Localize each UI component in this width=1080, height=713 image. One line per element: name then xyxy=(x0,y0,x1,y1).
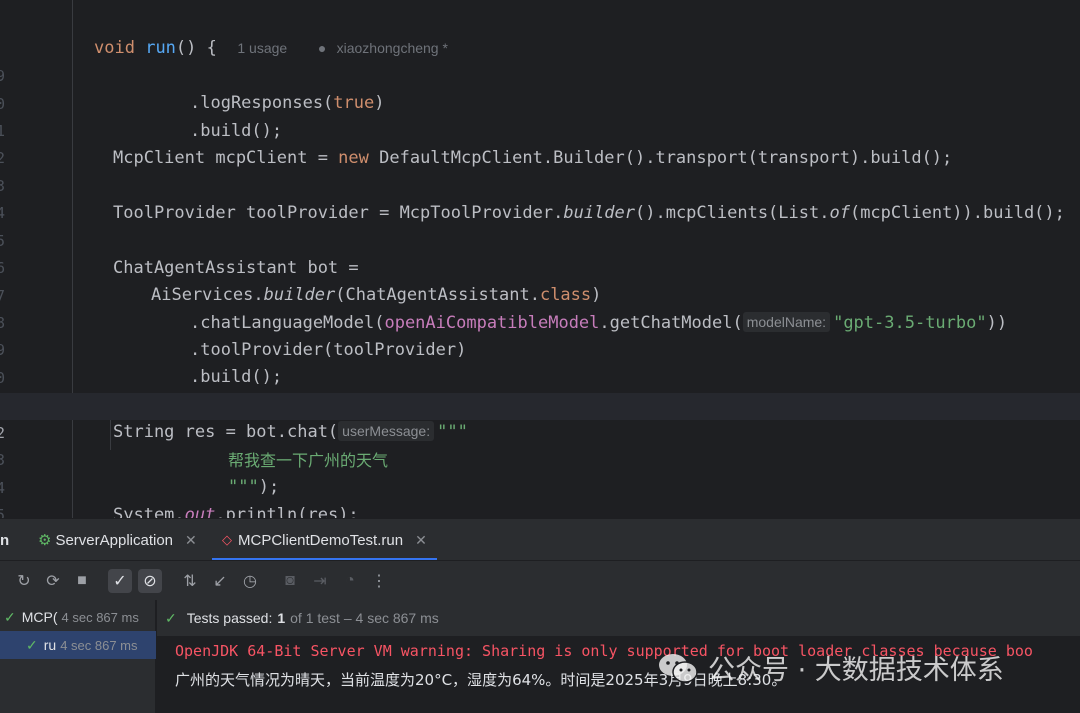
passed-check-icon: ✓ xyxy=(26,636,38,653)
code-line[interactable]: 9 .logResponses(true) xyxy=(0,36,1080,113)
line-number: 5 xyxy=(0,506,6,518)
wechat-icon xyxy=(659,653,698,683)
status-count: 1 xyxy=(277,610,286,626)
code-line[interactable]: void run() { 1 usage ● xiaozhongcheng * xyxy=(0,8,1080,58)
watermark-text: 公众号 · 大数据技术体系 xyxy=(708,655,1004,686)
status-label: Tests passed: xyxy=(186,610,273,626)
run-panel-title: n xyxy=(0,519,9,561)
code-text: System. xyxy=(113,505,185,518)
tree-item-test-method[interactable]: ✓ ru 4 sec 867 ms xyxy=(0,631,156,659)
code-editor[interactable]: void run() { 1 usage ● xiaozhongcheng * … xyxy=(0,0,1080,518)
code-line[interactable]: 4 xyxy=(0,173,1080,222)
code-line[interactable]: 6 AiServices.builder(ChatAgentAssistant.… xyxy=(0,228,1080,305)
code-line[interactable]: 3 """); xyxy=(0,420,1080,497)
tree-item-duration: 4 sec 867 ms xyxy=(61,609,139,625)
tab-label: ServerApplication xyxy=(55,531,174,549)
code-line[interactable]: 7 .chatLanguageModel(openAiCompatibleMod… xyxy=(0,256,1080,333)
code-text: .println(res); xyxy=(215,505,359,518)
code-line[interactable]: 3 ToolProvider toolProvider = McpToolPro… xyxy=(0,146,1080,223)
tree-item-duration: 4 sec 867 ms xyxy=(60,637,138,653)
code-line[interactable]: 9 .build(); xyxy=(0,310,1080,387)
tab-label: MCPClientDemoTest.run xyxy=(238,531,404,549)
show-passed-toggle[interactable]: ✓ xyxy=(108,569,132,593)
passed-check-icon: ✓ xyxy=(4,608,16,625)
code-line[interactable]: 1 McpClient mcpClient = new DefaultMcpCl… xyxy=(0,91,1080,168)
code-line[interactable]: 0 .build(); xyxy=(0,64,1080,141)
code-line[interactable]: 2 xyxy=(0,118,1080,167)
export-icon[interactable]: ⇥ xyxy=(308,569,332,593)
more-icon[interactable]: ⋮ xyxy=(367,569,391,593)
run-toolbar: ↻ ⟳ ■ ✓ ⊘ ⇅ ↙ ◷ ◙ ⇥ ◔ ⋮ xyxy=(0,560,1080,600)
rerun-icon[interactable]: ↻ xyxy=(12,569,36,593)
spring-icon: ⚙ xyxy=(38,532,52,549)
tree-item-label: MCP( xyxy=(21,609,58,625)
tab-server-application[interactable]: ⚙ ServerApplication ✕ xyxy=(38,519,197,561)
code-line[interactable]: 0 xyxy=(0,338,1080,387)
close-icon[interactable]: ✕ xyxy=(415,532,427,549)
test-status-bar: ✓ Tests passed: 1 of 1 test – 4 sec 867 … xyxy=(157,600,1080,636)
history-icon[interactable]: ◷ xyxy=(238,569,262,593)
passed-check-icon: ✓ xyxy=(165,609,177,626)
show-ignored-toggle[interactable]: ⊘ xyxy=(138,569,162,593)
test-run-icon: ◇ xyxy=(222,532,232,547)
code-line[interactable]: 5 ChatAgentAssistant bot = xyxy=(0,201,1080,278)
close-icon[interactable]: ✕ xyxy=(185,532,197,549)
code-line[interactable]: 4 System.out.println(res); xyxy=(0,448,1080,518)
status-detail: of 1 test – 4 sec 867 ms xyxy=(290,610,439,626)
screenshot-icon[interactable]: ◙ xyxy=(278,569,302,593)
run-tabs: n ⚙ ServerApplication ✕ ◇ MCPClientDemoT… xyxy=(0,518,1080,561)
field-name: out xyxy=(184,505,216,518)
import-tests-icon[interactable]: ↙ xyxy=(208,569,232,593)
tab-mcp-client-demo-test[interactable]: ◇ MCPClientDemoTest.run ✕ xyxy=(212,519,437,561)
stop-icon[interactable]: ■ xyxy=(70,569,94,593)
test-tree: ✓ MCP( 4 sec 867 ms ✓ ru 4 sec 867 ms xyxy=(0,600,156,713)
rerun-failed-icon[interactable]: ⟳ xyxy=(41,569,65,593)
tree-item-test-class[interactable]: ✓ MCP( 4 sec 867 ms xyxy=(0,603,156,631)
code-line[interactable]: 1 String res = bot.chat(userMessage:""" xyxy=(0,365,1080,442)
code-line[interactable]: 5 } xyxy=(0,475,1080,518)
watermark: 公众号 · 大数据技术体系 xyxy=(658,648,1004,687)
code-line[interactable]: 8 .toolProvider(toolProvider) xyxy=(0,283,1080,360)
tree-item-label: ru xyxy=(43,637,57,653)
panel-title: n xyxy=(0,531,10,549)
sort-icon[interactable]: ⇅ xyxy=(178,569,202,593)
code-line-current[interactable]: 2 帮我查一下广州的天气 xyxy=(0,393,1080,470)
coverage-icon[interactable]: ◔ xyxy=(338,569,362,593)
